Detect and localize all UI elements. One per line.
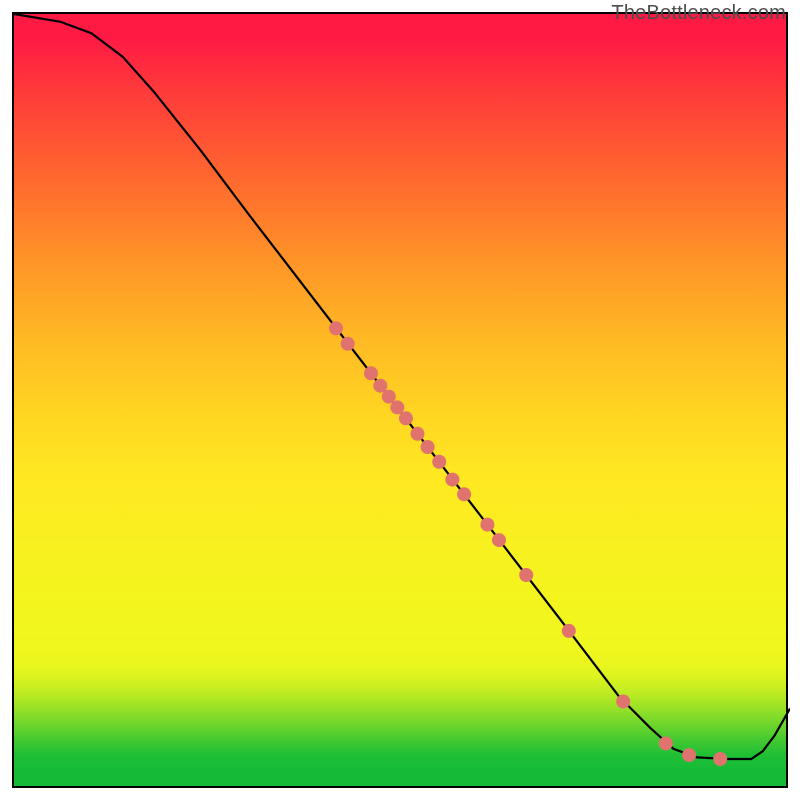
curve-marker bbox=[390, 400, 404, 414]
bottleneck-curve bbox=[14, 14, 790, 759]
curve-marker bbox=[341, 337, 355, 351]
curve-marker bbox=[399, 411, 413, 425]
curve-marker bbox=[457, 487, 471, 501]
curve-marker bbox=[659, 736, 673, 750]
curve-marker bbox=[373, 379, 387, 393]
curve-marker bbox=[492, 533, 506, 547]
curve-marker bbox=[382, 390, 396, 404]
curve-marker bbox=[445, 473, 459, 487]
curve-marker bbox=[480, 518, 494, 532]
curve-marker bbox=[364, 366, 378, 380]
attribution-text: TheBottleneck.com bbox=[611, 2, 786, 25]
curve-marker bbox=[411, 427, 425, 441]
curve-marker bbox=[432, 455, 446, 469]
chart-svg bbox=[14, 14, 790, 790]
curve-marker bbox=[616, 695, 630, 709]
curve-marker bbox=[421, 440, 435, 454]
plot-area bbox=[12, 12, 788, 788]
curve-marker bbox=[329, 321, 343, 335]
chart-container: TheBottleneck.com bbox=[0, 0, 800, 800]
curve-marker bbox=[519, 568, 533, 582]
curve-markers bbox=[329, 321, 727, 766]
curve-marker bbox=[562, 624, 576, 638]
curve-marker bbox=[682, 748, 696, 762]
curve-marker bbox=[713, 752, 727, 766]
